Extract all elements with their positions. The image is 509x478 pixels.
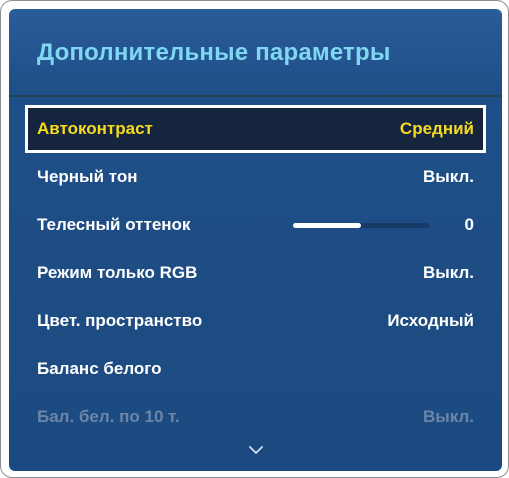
title-divider bbox=[9, 95, 502, 97]
menu-item-color-space[interactable]: Цвет. пространство Исходный bbox=[25, 297, 486, 345]
menu-item-value: Средний bbox=[399, 119, 474, 138]
menu-item-value: Выкл. bbox=[422, 167, 474, 186]
chevron-down-icon[interactable] bbox=[249, 443, 263, 457]
menu-item-value: Исходный bbox=[387, 311, 474, 330]
menu-item-label: Цвет. пространство bbox=[37, 311, 203, 330]
menu-item-label: Баланс белого bbox=[37, 359, 162, 378]
menu-item-label: Режим только RGB bbox=[37, 263, 198, 282]
menu-item-white-balance[interactable]: Баланс белого bbox=[25, 345, 486, 393]
menu-item-label: Черный тон bbox=[37, 167, 138, 186]
menu-frame: Дополнительные параметры Автоконтраст Ср… bbox=[0, 0, 509, 478]
menu-item-label: Автоконтраст bbox=[37, 119, 153, 138]
menu-item-flesh-tone[interactable]: Телесный оттенок 0 bbox=[25, 201, 486, 249]
menu-item-value: 0 bbox=[464, 215, 474, 234]
flesh-tone-slider[interactable] bbox=[293, 223, 429, 228]
menu-item-value: Выкл. bbox=[422, 407, 474, 426]
menu-item-value: Выкл. bbox=[422, 263, 474, 282]
advanced-settings-panel: Дополнительные параметры Автоконтраст Ср… bbox=[9, 9, 502, 471]
menu-item-black-tone[interactable]: Черный тон Выкл. bbox=[25, 153, 486, 201]
menu-item-auto-contrast[interactable]: Автоконтраст Средний bbox=[25, 105, 486, 153]
settings-list: Автоконтраст Средний Черный тон Выкл. Те… bbox=[25, 105, 486, 441]
menu-item-label: Бал. бел. по 10 т. bbox=[37, 407, 180, 426]
slider-fill bbox=[293, 223, 361, 228]
menu-item-10p-white-balance: Бал. бел. по 10 т. Выкл. bbox=[25, 393, 486, 441]
menu-item-rgb-only-mode[interactable]: Режим только RGB Выкл. bbox=[25, 249, 486, 297]
menu-title: Дополнительные параметры bbox=[37, 39, 391, 66]
